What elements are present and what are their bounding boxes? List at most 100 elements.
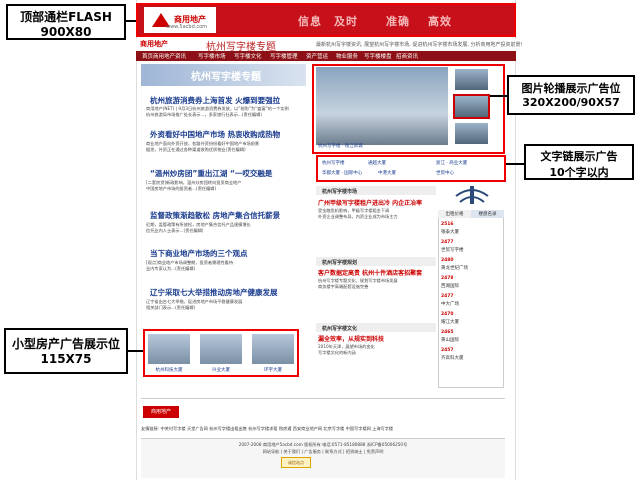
section-item[interactable]: 外资企业调整布局，内资企业成为市场主力 [318, 214, 398, 220]
article-headline[interactable]: “温州炒房团”重出江湖 “一哎交融是 [150, 168, 310, 179]
article-summary: 据悉，外资正在通过各种渠道收购优质物业(责任编辑) [146, 147, 246, 152]
leader-line [490, 95, 507, 97]
small-ad-image[interactable] [252, 334, 294, 364]
article-summary: 相关部门表示...(责任编辑) [146, 305, 196, 310]
small-ad-caption[interactable]: 兴业大厦 [198, 367, 244, 373]
nav-item[interactable]: 写字楼楼盘 [364, 52, 392, 60]
section-headline[interactable]: 漏全效率，从规实到科技 [318, 334, 384, 343]
price-value: 2477 [441, 240, 454, 245]
text-link[interactable]: 杭州写字楼 [322, 160, 345, 166]
nav-item[interactable]: 写字楼市场 [198, 52, 226, 60]
price-list-box [438, 210, 504, 388]
section-item[interactable]: 写字楼文化的新内涵 [318, 350, 356, 356]
leader-line [126, 20, 136, 22]
article-headline[interactable]: 监督政策渐趋散松 房地产集合信托薪景 [150, 210, 310, 221]
article-summary: 业内专家认为...(责任编辑) [146, 266, 196, 271]
flash-logo-url: www.5acbd.com [166, 24, 208, 30]
text-link[interactable]: 中港大厦 [378, 170, 396, 176]
slogan-text: 高效 [428, 15, 452, 28]
site-header: 商用地产 杭州写字楼专题 最新杭州写字楼资讯, 展望杭州写字楼市场, 促进杭州写… [136, 39, 523, 53]
text-link[interactable]: 通越大厦 [368, 160, 386, 166]
nav-item[interactable]: 写字楼管理 [270, 52, 298, 60]
price-value: 2478 [441, 276, 454, 281]
trust-badge[interactable]: 诚信站点 [281, 457, 311, 468]
price-value: 2465 [441, 330, 454, 335]
leader-line [506, 163, 524, 165]
pagoda-icon [455, 186, 489, 204]
section-header: 杭州写字楼规划 [316, 257, 436, 266]
site-logo[interactable]: 商用地产 [140, 39, 168, 49]
text-link[interactable]: 浙江 · 商业大厦 [436, 160, 467, 166]
callout-line: 115X75 [40, 352, 92, 366]
building-name[interactable]: 黄龙世纪广场 [441, 265, 468, 271]
slogan-text: 准确 [386, 15, 410, 28]
text-link[interactable]: 华都大厦 · 国际中心 [322, 170, 362, 176]
callout-line: 10个字以内 [549, 166, 609, 179]
callout-small-ads: 小型房产广告展示位 115X75 [4, 328, 128, 374]
carousel-caption[interactable]: 杭州写字楼 · 钱江新城 [318, 143, 363, 149]
section-headline[interactable]: 客户数据定高贵 杭州十件酒店客招聚套 [318, 268, 422, 277]
price-value: 2516 [441, 222, 454, 227]
building-name[interactable]: 黄山国际 [441, 337, 459, 343]
building-name[interactable]: 齐高科大厦 [441, 355, 464, 361]
nav-item[interactable]: 资产营运 [306, 52, 328, 60]
slogan-text: 信息 [298, 15, 322, 28]
left-banner[interactable]: 杭州写字楼专题 [141, 64, 306, 86]
article-headline[interactable]: 外资看好中国地产市场 热衷收购成热物 [150, 129, 310, 140]
small-ad-caption[interactable]: 杭州科技大厦 [146, 367, 192, 373]
nav-item[interactable]: 首页商用地产资讯 [142, 52, 186, 60]
carousel-thumbnail[interactable] [455, 69, 488, 90]
section-header: 杭州写字楼文化 [316, 323, 436, 332]
slogan-text: 及时 [334, 15, 358, 28]
small-ad-image[interactable] [200, 334, 242, 364]
callout-line: 320X200/90X57 [522, 96, 620, 109]
carousel-thumbnail[interactable] [455, 123, 488, 144]
friend-links[interactable]: 友情链接: 中关村写字楼 天堂广告网 杭州写字楼出租出售 杭州写字楼求租 购房通… [141, 426, 505, 432]
price-value: 2477 [441, 294, 454, 299]
footer-copyright: 2007-2008 商用地产5acbd.com 版权所有 电话:0571-851… [238, 442, 408, 447]
building-name[interactable]: 耀江大厦 [441, 319, 459, 325]
tab-building-list[interactable]: 楼盘名录 [471, 210, 504, 218]
section-headline[interactable]: 广州甲级写字楼租户进出冷 内企正冶率 [318, 198, 422, 207]
text-link-ad-slot: 杭州写字楼 通越大厦 浙江 · 商业大厦 华都大厦 · 国际中心 中港大厦 世贸… [316, 155, 506, 182]
nav-item[interactable]: 招商资讯 [396, 52, 418, 60]
callout-text-links: 文字链展示广告 10个字以内 [524, 144, 634, 180]
carousel-thumbnail[interactable] [453, 94, 490, 119]
leader-line [128, 350, 143, 352]
section-header: 杭州写字楼市场 [316, 186, 436, 195]
nav-item[interactable]: 物业服务 [336, 52, 358, 60]
bottom-logo[interactable]: 商用地产 [143, 406, 179, 418]
article-headline[interactable]: 当下商业地产市场的三个观点 [150, 248, 310, 259]
building-name[interactable]: 银泰大厦 [441, 229, 459, 235]
callout-line: 图片轮播展示广告位 [521, 82, 621, 95]
tab-rent-price[interactable]: 出租价格 [438, 210, 471, 218]
site-description: 最新杭州写字楼资讯, 展望杭州写字楼市场, 促进杭州写字楼市场发展, 分析商用地… [316, 42, 523, 48]
article-summary: 中国房地产市场的投资者...(责任编辑) [146, 186, 217, 191]
callout-line: 顶部通栏FLASH [20, 10, 112, 24]
top-flash-banner[interactable]: 商用地产 www.5acbd.com 信息 及时 准确 高效 [136, 3, 516, 37]
small-ad-slot: 杭州科技大厦 兴业大厦 环宇大厦 [143, 329, 299, 377]
footer-links[interactable]: 网站导航 | 关于我们 | 广告服务 | 联系方式 | 招贤纳士 | 免责声明 [141, 449, 505, 455]
small-ad-caption[interactable]: 环宇大厦 [250, 367, 296, 373]
price-value: 2470 [441, 312, 454, 317]
price-value: 2480 [441, 258, 454, 263]
bottom-ad-bar: 商用地产 [141, 398, 505, 422]
text-link[interactable]: 世贸中心 [436, 170, 454, 176]
nav-item[interactable]: 写字楼文化 [234, 52, 262, 60]
building-name[interactable]: 世贸写字楼 [441, 247, 464, 253]
callout-line: 小型房产广告展示位 [11, 337, 120, 351]
article-headline[interactable]: 杭州旅游消费券上海首发 火爆到要强拉 [150, 95, 310, 106]
callout-carousel: 图片轮播展示广告位 320X200/90X57 [507, 75, 635, 115]
article-summary: 杭州旅游局市场推广处长表示...，多家旅行社表示...(责任编辑) [146, 112, 262, 117]
article-summary: 信托业内人士表示...(责任编辑) [146, 228, 204, 233]
carousel-main-image[interactable] [316, 67, 448, 145]
section-item[interactable]: 商务楼宇高端配套设施完善 [318, 284, 368, 290]
callout-line: 900X80 [40, 25, 92, 39]
flash-logo: 商用地产 www.5acbd.com [144, 7, 216, 33]
small-ad-image[interactable] [148, 334, 190, 364]
building-name[interactable]: 西湖国际 [441, 283, 459, 289]
article-headline[interactable]: 辽宁采取七大举措推动房地产健康发展 [150, 287, 310, 298]
site-footer: 2007-2008 商用地产5acbd.com 版权所有 电话:0571-851… [141, 438, 505, 478]
callout-line: 文字链展示广告 [540, 150, 618, 163]
building-name[interactable]: 中大广场 [441, 301, 459, 307]
